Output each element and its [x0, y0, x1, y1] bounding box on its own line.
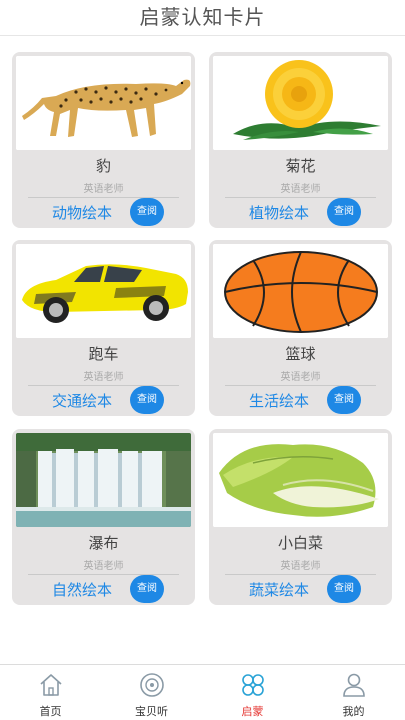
view-button[interactable]: 查阅	[327, 386, 361, 414]
chrysanthemum-image	[213, 56, 388, 150]
card-divider	[225, 574, 376, 575]
page-title: 启蒙认知卡片	[139, 5, 266, 29]
waterfall-image	[16, 433, 191, 527]
sports-car-image	[16, 244, 191, 338]
card-bok-choy[interactable]: 小白菜 英语老师 蔬菜绘本 查阅	[209, 429, 392, 605]
card-category[interactable]: 蔬菜绘本	[249, 579, 309, 600]
card-divider	[28, 385, 179, 386]
tab-label: 首页	[39, 705, 62, 718]
card-title: 瀑布	[88, 534, 119, 552]
card-cheetah[interactable]: 豹 英语老师 动物绘本 查阅	[12, 52, 195, 228]
cheetah-image	[16, 56, 191, 150]
card-teacher: 英语老师	[83, 184, 124, 195]
view-button[interactable]: 查阅	[130, 575, 164, 603]
card-title: 小白菜	[277, 534, 323, 552]
card-teacher: 英语老师	[280, 561, 321, 572]
card-title: 豹	[95, 157, 111, 175]
home-icon	[37, 671, 65, 699]
tab-enlighten[interactable]: 启蒙	[202, 665, 303, 720]
bottom-tab-bar: 首页 宝贝听 启蒙 我的	[0, 664, 405, 720]
card-grid: 豹 英语老师 动物绘本 查阅 菊花 英语老师 植物绘本 查阅 跑车 英语老师 交…	[0, 36, 405, 664]
card-divider	[28, 574, 179, 575]
view-button[interactable]: 查阅	[130, 198, 164, 226]
tab-label: 我的	[342, 705, 365, 718]
card-divider	[225, 385, 376, 386]
card-category[interactable]: 生活绘本	[249, 390, 309, 411]
tab-mine[interactable]: 我的	[303, 665, 404, 720]
card-divider	[28, 197, 179, 198]
view-button[interactable]: 查阅	[130, 386, 164, 414]
card-basketball[interactable]: 篮球 英语老师 生活绘本 查阅	[209, 240, 392, 416]
card-waterfall[interactable]: 瀑布 英语老师 自然绘本 查阅	[12, 429, 195, 605]
card-teacher: 英语老师	[83, 561, 124, 572]
card-teacher: 英语老师	[83, 372, 124, 383]
card-chrysanthemum[interactable]: 菊花 英语老师 植物绘本 查阅	[209, 52, 392, 228]
bok-choy-image	[213, 433, 388, 527]
card-teacher: 英语老师	[280, 372, 321, 383]
card-category[interactable]: 植物绘本	[249, 202, 309, 223]
disc-icon	[138, 671, 166, 699]
view-button[interactable]: 查阅	[327, 575, 361, 603]
top-bar: 启蒙认知卡片	[0, 0, 405, 36]
tab-label: 宝贝听	[135, 705, 168, 718]
card-category[interactable]: 自然绘本	[52, 579, 112, 600]
tab-home[interactable]: 首页	[0, 665, 101, 720]
basketball-image	[213, 244, 388, 338]
card-title: 菊花	[285, 157, 316, 175]
card-divider	[225, 197, 376, 198]
user-icon	[340, 671, 368, 699]
card-title: 篮球	[285, 345, 316, 363]
card-title: 跑车	[88, 345, 119, 363]
tab-label: 启蒙	[241, 705, 264, 718]
clover-icon	[239, 671, 267, 699]
view-button[interactable]: 查阅	[327, 198, 361, 226]
card-sports-car[interactable]: 跑车 英语老师 交通绘本 查阅	[12, 240, 195, 416]
card-teacher: 英语老师	[280, 184, 321, 195]
card-category[interactable]: 动物绘本	[52, 202, 112, 223]
tab-listen[interactable]: 宝贝听	[101, 665, 202, 720]
card-category[interactable]: 交通绘本	[52, 390, 112, 411]
